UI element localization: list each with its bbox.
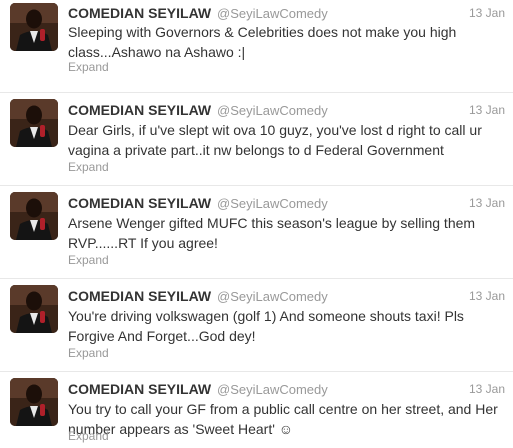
author-handle[interactable]: @SeyiLawComedy <box>217 196 328 211</box>
tweet-header: COMEDIAN SEYILAW @SeyiLawComedy 13 Jan <box>68 4 505 22</box>
tweet-timestamp[interactable]: 13 Jan <box>469 101 505 119</box>
expand-link[interactable]: Expand <box>68 345 109 361</box>
tweet-timestamp[interactable]: 13 Jan <box>469 287 505 305</box>
tweet-timeline: COMEDIAN SEYILAW @SeyiLawComedy 13 Jan S… <box>0 0 513 448</box>
tweet-item[interactable]: COMEDIAN SEYILAW @SeyiLawComedy 13 Jan S… <box>0 0 513 93</box>
author-name[interactable]: COMEDIAN SEYILAW <box>68 102 211 118</box>
profile-photo-icon <box>10 378 58 426</box>
tweet-timestamp[interactable]: 13 Jan <box>469 4 505 22</box>
tweet-timestamp[interactable]: 13 Jan <box>469 194 505 212</box>
avatar[interactable] <box>10 3 58 51</box>
expand-link[interactable]: Expand <box>68 159 109 175</box>
avatar[interactable] <box>10 192 58 240</box>
tweet-item[interactable]: COMEDIAN SEYILAW @SeyiLawComedy 13 Jan D… <box>0 93 513 186</box>
avatar[interactable] <box>10 285 58 333</box>
profile-photo-icon <box>10 285 58 333</box>
expand-link[interactable]: Expand <box>68 252 109 268</box>
author-handle[interactable]: @SeyiLawComedy <box>217 382 328 397</box>
profile-photo-icon <box>10 99 58 147</box>
tweet-item[interactable]: COMEDIAN SEYILAW @SeyiLawComedy 13 Jan Y… <box>0 279 513 372</box>
tweet-item[interactable]: COMEDIAN SEYILAW @SeyiLawComedy 13 Jan A… <box>0 186 513 279</box>
author-handle[interactable]: @SeyiLawComedy <box>217 6 328 21</box>
author-name[interactable]: COMEDIAN SEYILAW <box>68 288 211 304</box>
author-handle[interactable]: @SeyiLawComedy <box>217 289 328 304</box>
author-name[interactable]: COMEDIAN SEYILAW <box>68 195 211 211</box>
avatar[interactable] <box>10 378 58 426</box>
expand-link[interactable]: Expand <box>68 59 109 75</box>
tweet-text: You try to call your GF from a public ca… <box>68 401 498 437</box>
tweet-text: Sleeping with Governors & Celebrities do… <box>68 24 457 60</box>
author-handle[interactable]: @SeyiLawComedy <box>217 103 328 118</box>
tweet-item[interactable]: COMEDIAN SEYILAW @SeyiLawComedy 13 Jan Y… <box>0 372 513 448</box>
expand-link[interactable]: Expand <box>68 428 109 444</box>
tweet-text: Dear Girls, if u've slept wit ova 10 guy… <box>68 122 482 158</box>
profile-photo-icon <box>10 3 58 51</box>
tweet-header: COMEDIAN SEYILAW @SeyiLawComedy 13 Jan <box>68 287 505 305</box>
tweet-header: COMEDIAN SEYILAW @SeyiLawComedy 13 Jan <box>68 380 505 398</box>
tweet-header: COMEDIAN SEYILAW @SeyiLawComedy 13 Jan <box>68 101 505 119</box>
author-name[interactable]: COMEDIAN SEYILAW <box>68 381 211 397</box>
avatar[interactable] <box>10 99 58 147</box>
profile-photo-icon <box>10 192 58 240</box>
author-name[interactable]: COMEDIAN SEYILAW <box>68 5 211 21</box>
tweet-text: Arsene Wenger gifted MUFC this season's … <box>68 215 476 251</box>
tweet-timestamp[interactable]: 13 Jan <box>469 380 505 398</box>
tweet-text: You're driving volkswagen (golf 1) And s… <box>68 308 464 344</box>
tweet-header: COMEDIAN SEYILAW @SeyiLawComedy 13 Jan <box>68 194 505 212</box>
